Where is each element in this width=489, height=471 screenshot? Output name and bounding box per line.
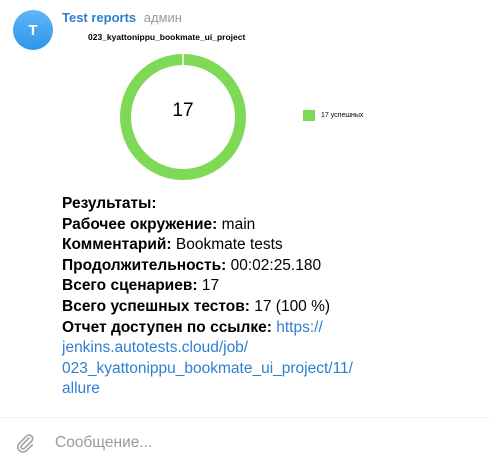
results-heading: Результаты: xyxy=(62,195,157,212)
env-value: main xyxy=(221,215,256,233)
report-row: Отчет доступен по ссылке: https:// xyxy=(62,318,472,339)
sender-role: админ xyxy=(143,10,182,25)
passed-row: Всего успешных тестов: 17 (100 %) xyxy=(62,297,472,318)
legend-swatch xyxy=(303,110,315,121)
report-link[interactable]: https:// xyxy=(276,319,323,336)
avatar[interactable]: T xyxy=(13,10,53,50)
paperclip-icon[interactable] xyxy=(14,432,36,454)
message-composer xyxy=(0,424,489,464)
scenarios-row: Всего сценариев: 17 xyxy=(62,276,472,297)
chart-title: 023_kyattonippu_bookmate_ui_project xyxy=(88,32,246,42)
duration-row: Продолжительность: 00:02:25.180 xyxy=(62,256,472,277)
report-results: Результаты: Рабочее окружение: main Комм… xyxy=(62,194,472,400)
duration-label: Продолжительность: xyxy=(62,256,227,274)
scenarios-label: Всего сценариев: xyxy=(62,277,198,295)
report-label: Отчет доступен по ссылке: xyxy=(62,318,272,336)
report-link-line-4[interactable]: allure xyxy=(62,379,472,400)
report-link-line-3[interactable]: 023_kyattonippu_bookmate_ui_project/11/ xyxy=(62,359,472,380)
sender-name[interactable]: Test reports xyxy=(62,10,136,25)
env-row: Рабочее окружение: main xyxy=(62,215,472,236)
scenarios-value: 17 xyxy=(201,277,220,295)
passed-label: Всего успешных тестов: xyxy=(62,297,250,315)
donut-center-label: 17 xyxy=(172,100,194,121)
message-sender: Test reports админ xyxy=(62,10,182,25)
legend-label: 17 успешных xyxy=(321,112,364,119)
avatar-letter: T xyxy=(28,21,38,39)
env-label: Рабочее окружение: xyxy=(62,215,218,233)
chart-legend: 17 успешных xyxy=(303,110,363,121)
message-input[interactable] xyxy=(55,430,455,456)
comment-label: Комментарий: xyxy=(62,236,172,254)
report-link-line-2[interactable]: jenkins.autotests.cloud/job/ xyxy=(62,338,472,359)
comment-row: Комментарий: Bookmate tests xyxy=(62,235,472,256)
composer-divider xyxy=(0,417,489,418)
comment-value: Bookmate tests xyxy=(175,236,283,254)
passed-value: 17 (100 %) xyxy=(254,297,331,315)
duration-value: 00:02:25.180 xyxy=(230,256,322,274)
